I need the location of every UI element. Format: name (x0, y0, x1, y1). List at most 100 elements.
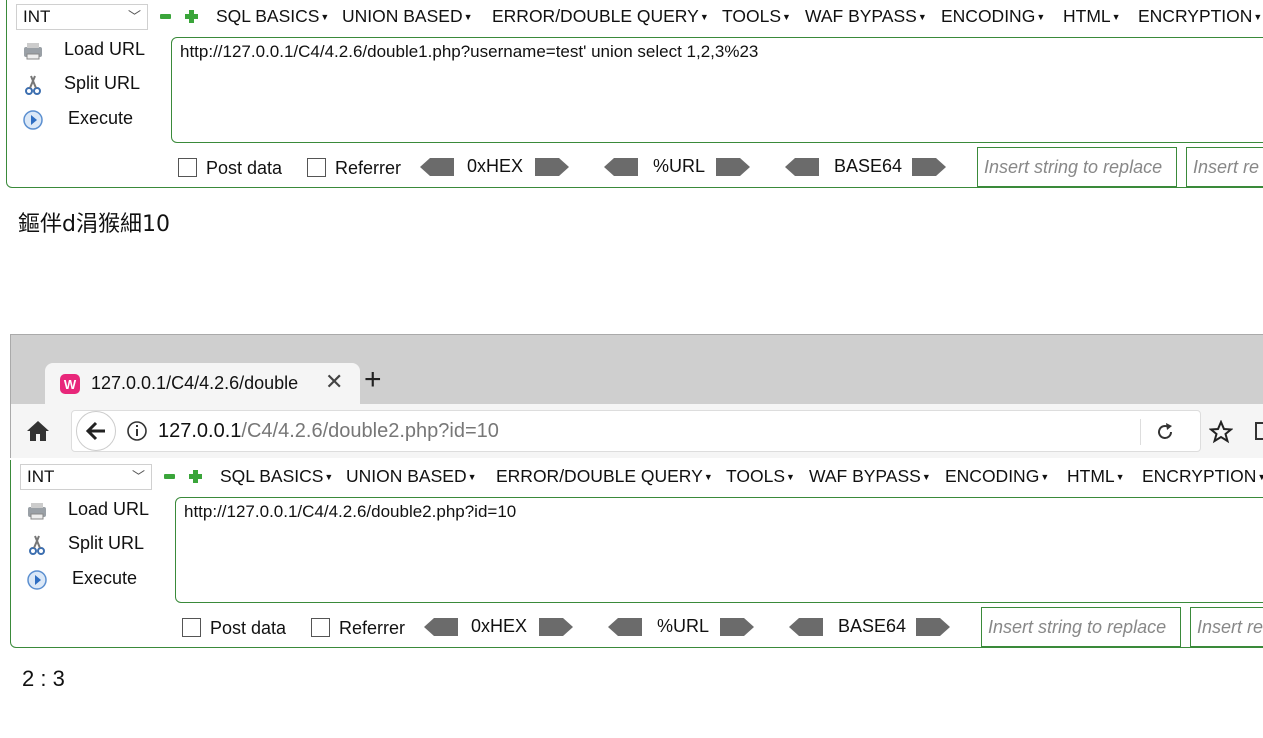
menu-error-double-query[interactable]: ERROR/DOUBLE QUERY▼ (492, 6, 709, 27)
replace-with-placeholder: Insert re (1197, 617, 1263, 637)
referrer-checkbox[interactable]: Referrer (307, 158, 401, 179)
menu-encryption[interactable]: ENCRYPTION▼ (1142, 466, 1263, 487)
menu-union-based[interactable]: UNION BASED▼ (342, 6, 473, 27)
method-select[interactable]: INT ﹀ (20, 464, 152, 490)
minus-icon[interactable] (160, 14, 171, 19)
menu-label: UNION BASED (342, 6, 463, 26)
page-output-top: 鏂伴d涓猴細10 (18, 212, 170, 237)
menu-encoding[interactable]: ENCODING▼ (941, 6, 1045, 27)
load-url-icon (24, 43, 42, 60)
url-decode-arrow-icon[interactable] (608, 618, 642, 636)
url-text: http://127.0.0.1/C4/4.2.6/double2.php?id… (184, 502, 517, 521)
home-icon[interactable] (26, 420, 50, 442)
menu-waf-bypass[interactable]: WAF BYPASS▼ (805, 6, 927, 27)
url-text: http://127.0.0.1/C4/4.2.6/double1.php?us… (180, 42, 759, 61)
load-url-label: Load URL (64, 39, 146, 59)
hackbar-bottom: INT ﹀ SQL BASICS▼ UNION BASED▼ ERROR/DOU… (4, 460, 1263, 650)
menu-sql-basics[interactable]: SQL BASICS▼ (220, 466, 333, 487)
hex-label: 0xHEX (467, 156, 524, 176)
tab-active[interactable]: W 127.0.0.1/C4/4.2.6/double ✕ (45, 363, 360, 405)
url-encode-arrow-icon[interactable] (720, 618, 754, 636)
menu-label: SQL BASICS (220, 466, 324, 486)
menu-error-double-query[interactable]: ERROR/DOUBLE QUERY▼ (496, 466, 713, 487)
referrer-label: Referrer (339, 618, 406, 638)
menu-tools[interactable]: TOOLS▼ (726, 466, 795, 487)
base64-encode-arrow-icon[interactable] (916, 618, 950, 636)
menu-tools[interactable]: TOOLS▼ (722, 6, 791, 27)
menu-label: ENCRYPTION (1142, 466, 1257, 486)
load-url-button[interactable]: Load URL (18, 36, 158, 66)
back-button[interactable] (76, 411, 116, 451)
hex-encode-arrow-icon[interactable] (535, 158, 569, 176)
bookmark-star-icon[interactable] (1209, 420, 1233, 444)
hex-decode-arrow-icon[interactable] (424, 618, 458, 636)
checkbox-box[interactable] (182, 618, 201, 637)
play-icon (27, 570, 47, 590)
url-decode-arrow-icon[interactable] (604, 158, 638, 176)
info-icon[interactable] (126, 420, 148, 442)
menu-sql-basics[interactable]: SQL BASICS▼ (216, 6, 329, 27)
split-url-button[interactable]: Split URL (22, 530, 162, 560)
menu-label: HTML (1063, 6, 1111, 26)
split-url-button[interactable]: Split URL (18, 70, 158, 100)
replace-string-input[interactable]: Insert string to replace (981, 607, 1181, 647)
execute-label: Execute (72, 568, 138, 588)
library-icon[interactable] (1255, 422, 1263, 440)
plus-icon[interactable] (189, 470, 202, 483)
load-url-label: Load URL (68, 499, 150, 519)
tab-close-icon[interactable]: ✕ (325, 369, 343, 395)
divider (1140, 419, 1141, 445)
url-encode-arrow-icon[interactable] (716, 158, 750, 176)
plus-icon[interactable] (185, 10, 198, 23)
checkbox-box[interactable] (307, 158, 326, 177)
menu-encryption[interactable]: ENCRYPTION▼ (1138, 6, 1262, 27)
tab-title: 127.0.0.1/C4/4.2.6/double (91, 373, 299, 393)
split-url-label: Split URL (68, 533, 145, 553)
execute-button[interactable]: Execute (18, 105, 158, 135)
menu-label: ENCODING (941, 6, 1036, 26)
replace-with-input[interactable]: Insert re (1190, 607, 1263, 647)
referrer-checkbox[interactable]: Referrer (311, 618, 405, 639)
url-textarea[interactable]: http://127.0.0.1/C4/4.2.6/double2.php?id… (175, 497, 1263, 603)
checkbox-box[interactable] (178, 158, 197, 177)
address-bar[interactable]: 127.0.0.1/C4/4.2.6/double2.php?id=10 (71, 410, 1201, 452)
urlenc-label: %URL (653, 156, 706, 176)
checkbox-box[interactable] (311, 618, 330, 637)
hex-encode-arrow-icon[interactable] (539, 618, 573, 636)
execute-button[interactable]: Execute (22, 565, 162, 595)
execute-label: Execute (68, 108, 134, 128)
menu-html[interactable]: HTML▼ (1067, 466, 1125, 487)
menu-label: WAF BYPASS (805, 6, 917, 26)
scissors-icon (29, 535, 45, 555)
replace-with-placeholder: Insert re (1193, 157, 1260, 177)
menu-label: SQL BASICS (216, 6, 320, 26)
menu-waf-bypass[interactable]: WAF BYPASS▼ (809, 466, 931, 487)
base64-encode-arrow-icon[interactable] (912, 158, 946, 176)
replace-string-input[interactable]: Insert string to replace (977, 147, 1177, 187)
replace-with-input[interactable]: Insert re (1186, 147, 1263, 187)
replace-placeholder: Insert string to replace (988, 617, 1167, 637)
menu-encoding[interactable]: ENCODING▼ (945, 466, 1049, 487)
post-data-label: Post data (206, 158, 283, 178)
page-output-bottom: 2 : 3 (22, 666, 65, 691)
address-text[interactable]: 127.0.0.1/C4/4.2.6/double2.php?id=10 (158, 420, 499, 443)
method-select[interactable]: INT ﹀ (16, 4, 148, 30)
base64-decode-arrow-icon[interactable] (789, 618, 823, 636)
chevron-down-icon: ﹀ (131, 469, 145, 484)
load-url-button[interactable]: Load URL (22, 496, 162, 526)
base64-decode-arrow-icon[interactable] (785, 158, 819, 176)
new-tab-icon[interactable]: + (364, 363, 382, 397)
back-arrow-icon (85, 421, 105, 441)
post-data-checkbox[interactable]: Post data (182, 618, 286, 639)
chevron-down-icon: ﹀ (127, 9, 141, 24)
menu-label: ERROR/DOUBLE QUERY (492, 6, 699, 26)
url-textarea[interactable]: http://127.0.0.1/C4/4.2.6/double1.php?us… (171, 37, 1263, 143)
minus-icon[interactable] (164, 474, 175, 479)
hex-decode-arrow-icon[interactable] (420, 158, 454, 176)
menu-label: ERROR/DOUBLE QUERY (496, 466, 703, 486)
menu-union-based[interactable]: UNION BASED▼ (346, 466, 477, 487)
menu-html[interactable]: HTML▼ (1063, 6, 1121, 27)
post-data-checkbox[interactable]: Post data (178, 158, 282, 179)
address-host: 127.0.0.1 (158, 420, 242, 442)
reload-icon[interactable] (1154, 421, 1176, 443)
